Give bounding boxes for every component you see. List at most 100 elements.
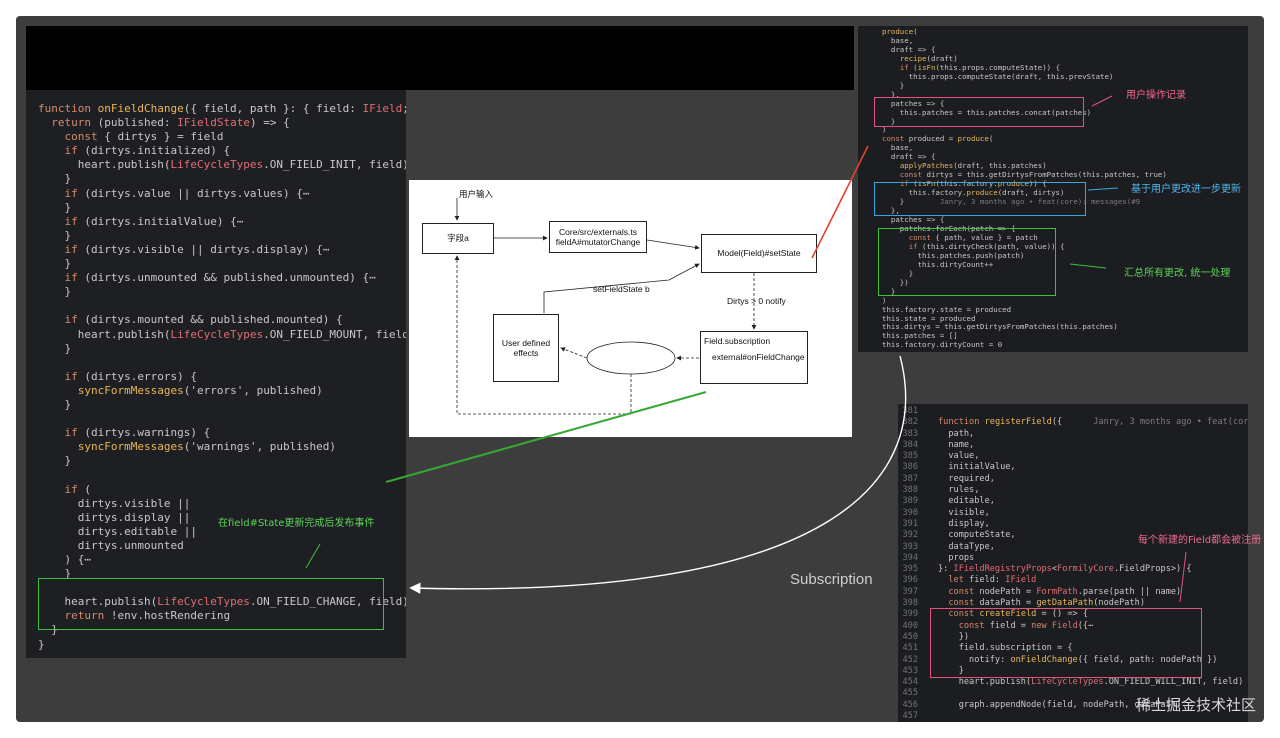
left-code-line: } bbox=[38, 285, 72, 299]
top-black-band bbox=[26, 26, 854, 90]
right-bottom-code-line: visible, bbox=[938, 507, 990, 518]
line-number: 452 bbox=[902, 654, 918, 665]
line-number: 389 bbox=[902, 496, 918, 507]
left-code-editor: function onFieldChange({ field, path }: … bbox=[26, 90, 406, 658]
diagram-dirtys-notify-label: Dirtys > 0 notify bbox=[727, 296, 786, 306]
left-code-line bbox=[38, 412, 406, 426]
left-code-line: dirtys.visible || bbox=[38, 496, 191, 510]
line-number: 398 bbox=[902, 598, 918, 609]
left-code-line: dirtys.unmounted bbox=[38, 538, 184, 552]
left-code-line: } bbox=[38, 228, 72, 242]
line-number: 400 bbox=[902, 620, 918, 631]
right-bottom-code-line: rules, bbox=[938, 485, 980, 496]
line-number: 396 bbox=[902, 575, 918, 586]
right-bottom-code-line: let field: IField bbox=[948, 575, 1037, 586]
line-number: 394 bbox=[902, 552, 918, 563]
left-code-line: ) {⋯ bbox=[38, 553, 91, 566]
right-bottom-code-line: const nodePath = FormPath.parse(path || … bbox=[948, 586, 1182, 597]
line-number-gutter: 381 382 383 384 385 386 387 388 389 390 391 392 393 3… bbox=[900, 406, 918, 722]
highlight-collect-changes bbox=[878, 228, 1056, 296]
line-number: 454 bbox=[902, 677, 918, 688]
right-top-code-line: this.factory.dirtyCount = 0 bbox=[882, 340, 1003, 350]
line-number: 455 bbox=[902, 688, 918, 699]
diagram-set-field-state-label: setFieldState b bbox=[593, 284, 650, 294]
left-code-line: heart.publish(LifeCycleTypes.ON_FIELD_IN… bbox=[38, 158, 406, 172]
right-top-code-line: const produced = produce( bbox=[882, 134, 994, 144]
line-number: 387 bbox=[902, 473, 918, 484]
left-code-line: syncFormMessages('errors', published) bbox=[77, 383, 323, 397]
left-code-line: heart.publish(LifeCycleTypes.ON_FIELD_MO… bbox=[38, 327, 406, 341]
right-top-code-line: } bbox=[882, 80, 905, 90]
left-code-line: } bbox=[38, 637, 45, 651]
line-number: 386 bbox=[902, 462, 918, 473]
left-code-line: function onFieldChange({ field, path }: … bbox=[38, 102, 406, 115]
left-code-line: if ( bbox=[64, 482, 92, 496]
line-number: 391 bbox=[902, 518, 918, 529]
line-number: 395 bbox=[902, 564, 918, 575]
diagram-node-model: Model(Field)#setState bbox=[701, 234, 817, 273]
line-number: 388 bbox=[902, 485, 918, 496]
left-code-line: } bbox=[38, 257, 72, 271]
left-code-line bbox=[38, 468, 406, 482]
right-top-code-line: this.props.computeState(draft, this.prev… bbox=[882, 71, 1114, 81]
subscription-label: Subscription bbox=[790, 571, 873, 588]
left-code-line: } bbox=[38, 341, 72, 355]
right-top-code-line: produce( bbox=[882, 27, 918, 36]
right-bottom-code-line: required, bbox=[938, 473, 995, 484]
annotation-publish-after-update: 在field#State更新完成后发布事件 bbox=[218, 518, 375, 529]
annotation-further-update: 基于用户更改进一步更新 bbox=[1131, 184, 1241, 195]
line-number: 381 bbox=[902, 406, 918, 416]
right-bottom-code-line: value, bbox=[938, 451, 980, 462]
left-code-line: if (dirtys.initialized) { bbox=[64, 144, 231, 158]
diagram-user-effects-line1: User defined bbox=[501, 337, 551, 348]
line-number: 450 bbox=[902, 631, 918, 642]
line-number: 456 bbox=[902, 699, 918, 710]
diagram-node-externals: Core/src/externals.ts fieldA#mutatorChang… bbox=[549, 221, 647, 253]
line-number: 392 bbox=[902, 530, 918, 541]
annotation-collect-changes: 汇总所有更改, 统一处理 bbox=[1124, 268, 1231, 279]
right-bottom-code-line: }: IFieldRegistryProps<FormilyCore.Field… bbox=[938, 564, 1192, 575]
left-code-line: if (dirtys.value || dirtys.values) {⋯ bbox=[64, 186, 310, 200]
flow-diagram: 用户输入 字段a Core/src/externals.ts fieldA#mut… bbox=[409, 180, 852, 437]
highlight-publish-change bbox=[38, 578, 384, 630]
right-bottom-code-line: props bbox=[938, 552, 975, 563]
left-code-line bbox=[38, 356, 406, 370]
line-number: 384 bbox=[902, 439, 918, 450]
right-bottom-code-line: display, bbox=[938, 518, 990, 529]
line-number: 393 bbox=[902, 541, 918, 552]
watermark-text: 稀土掘金技术社区 bbox=[1135, 696, 1256, 714]
annotation-user-record: 用户操作记录 bbox=[1126, 90, 1186, 101]
left-code-line: if (dirtys.initialValue) {⋯ bbox=[64, 214, 244, 228]
diagram-connectors bbox=[454, 198, 757, 415]
right-bottom-code-line bbox=[938, 406, 1248, 417]
diagram-on-field-change-label: onFieldChange, a bbox=[598, 354, 666, 364]
right-bottom-code-line: editable, bbox=[938, 496, 995, 507]
line-number: 457 bbox=[902, 711, 918, 722]
left-code-line: if (dirtys.mounted && published.mounted)… bbox=[64, 313, 343, 327]
diagram-node-field-a: 字段a bbox=[422, 223, 494, 254]
left-code-line: } bbox=[38, 454, 72, 468]
left-code-block: function onFieldChange({ field, path }: … bbox=[38, 102, 406, 652]
annotation-register-field: 每个新建的Field都会被注册 bbox=[1138, 535, 1262, 546]
line-number: 383 bbox=[902, 428, 918, 439]
left-code-line: if (dirtys.visible || dirtys.display) {⋯ bbox=[64, 242, 330, 256]
diagram-user-input-label: 用户输入 bbox=[459, 189, 494, 199]
diagram-node-subscription: Field.subscription external#onFieldChange bbox=[700, 331, 808, 384]
left-code-line: syncFormMessages('warnings', published) bbox=[77, 440, 337, 454]
left-code-line: } bbox=[38, 397, 72, 411]
left-code-line: } bbox=[38, 172, 72, 186]
diagram-user-effects-line2: effects bbox=[513, 348, 539, 358]
line-number: 382 bbox=[902, 417, 918, 428]
right-bottom-code-line: heart.publish(LifeCycleTypes.ON_FIELD_WI… bbox=[938, 677, 1244, 688]
left-code-line: return (published: IFieldState) => { bbox=[51, 116, 290, 130]
line-number: 390 bbox=[902, 507, 918, 518]
right-bottom-code-line: path, bbox=[938, 428, 975, 439]
diagram-subscription-line2: external#onFieldChange bbox=[712, 352, 805, 363]
line-number: 399 bbox=[902, 609, 918, 620]
left-code-line: } bbox=[38, 200, 72, 214]
right-bottom-code-line: function registerField({ Janry, 3 months… bbox=[938, 417, 1248, 428]
left-code-line: if (dirtys.warnings) { bbox=[64, 426, 211, 440]
diagram-externals-line2: fieldA#mutatorChange bbox=[555, 237, 641, 247]
diagram-node-model-label: Model(Field)#setState bbox=[717, 248, 801, 259]
diagram-externals-line1: Core/src/externals.ts bbox=[559, 226, 637, 237]
